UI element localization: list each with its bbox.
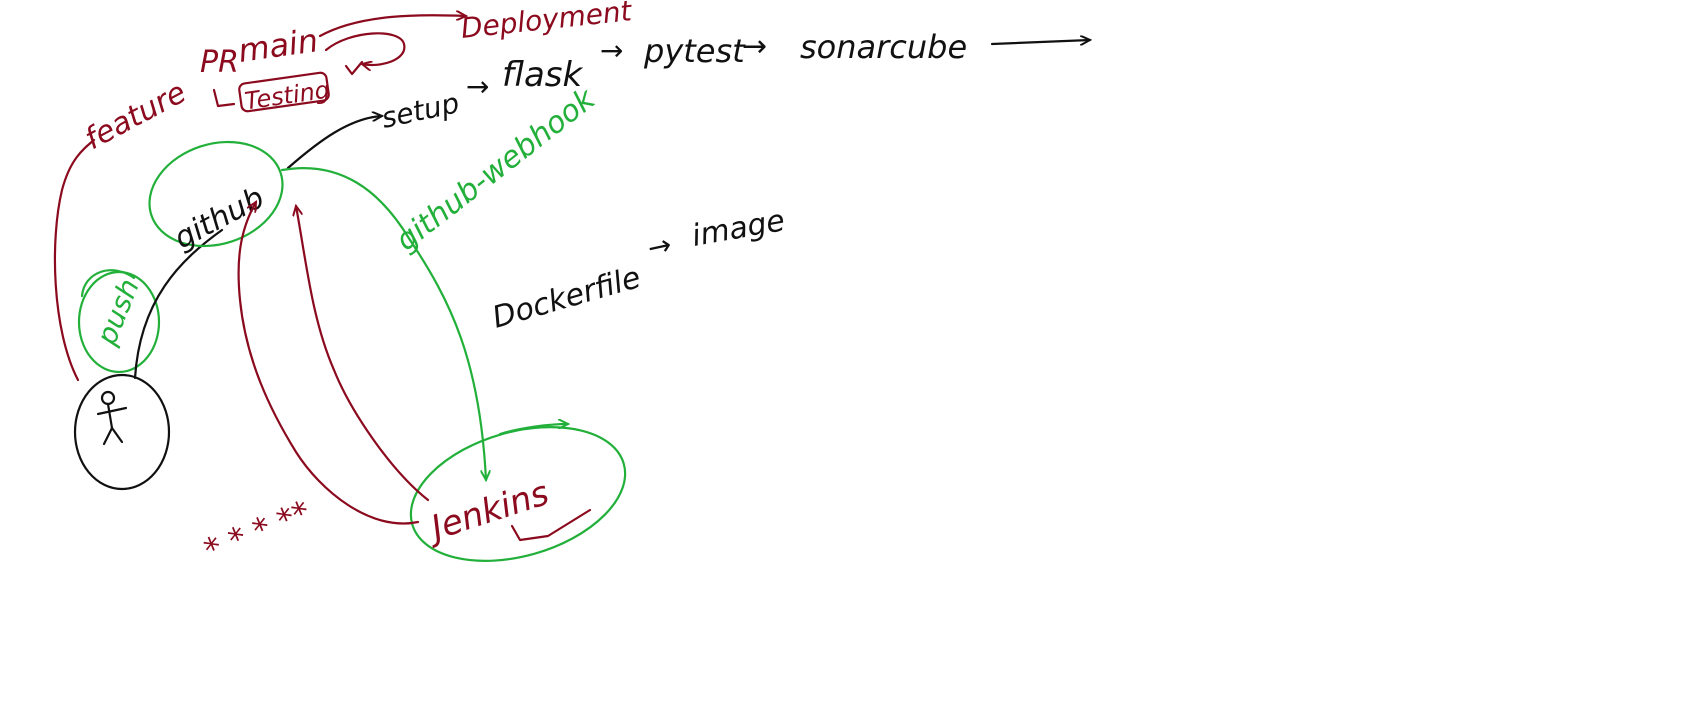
pytest-label: pytest (643, 32, 746, 70)
stars-label: * * * ** (199, 493, 316, 570)
main-testing-loop (324, 32, 406, 65)
testing-check (344, 60, 364, 76)
push-label: push (90, 274, 146, 350)
dockerfile-label: Dockerfile (489, 260, 645, 336)
pr-label: PR (200, 45, 239, 80)
main-to-deployment-arrow (318, 15, 466, 38)
jenkins-to-github-outer-curve (237, 202, 420, 525)
setup-label: setup (379, 86, 462, 135)
arrow-pytest-sonarcube: → (742, 29, 767, 64)
feature-branch-curve (53, 138, 96, 382)
sonarcube-next-arrow (990, 40, 1090, 44)
main-label: main (236, 21, 320, 70)
arrow-dockerfile-image: → (645, 228, 675, 265)
image-label: image (689, 203, 787, 254)
testing-hook (212, 88, 236, 108)
github-to-setup-arrow (286, 116, 382, 170)
arrow-flask-pytest: → (600, 34, 623, 67)
stick-figure-icon (96, 390, 128, 446)
sonarcube-label: sonarcube (800, 28, 967, 66)
developer-circle (73, 373, 171, 491)
arrow-setup-flask: → (466, 70, 489, 103)
github-circle (148, 140, 284, 248)
whiteboard-diagram: push github feature PR main Deployment T… (53, 0, 1691, 570)
feature-label: feature (79, 75, 192, 157)
